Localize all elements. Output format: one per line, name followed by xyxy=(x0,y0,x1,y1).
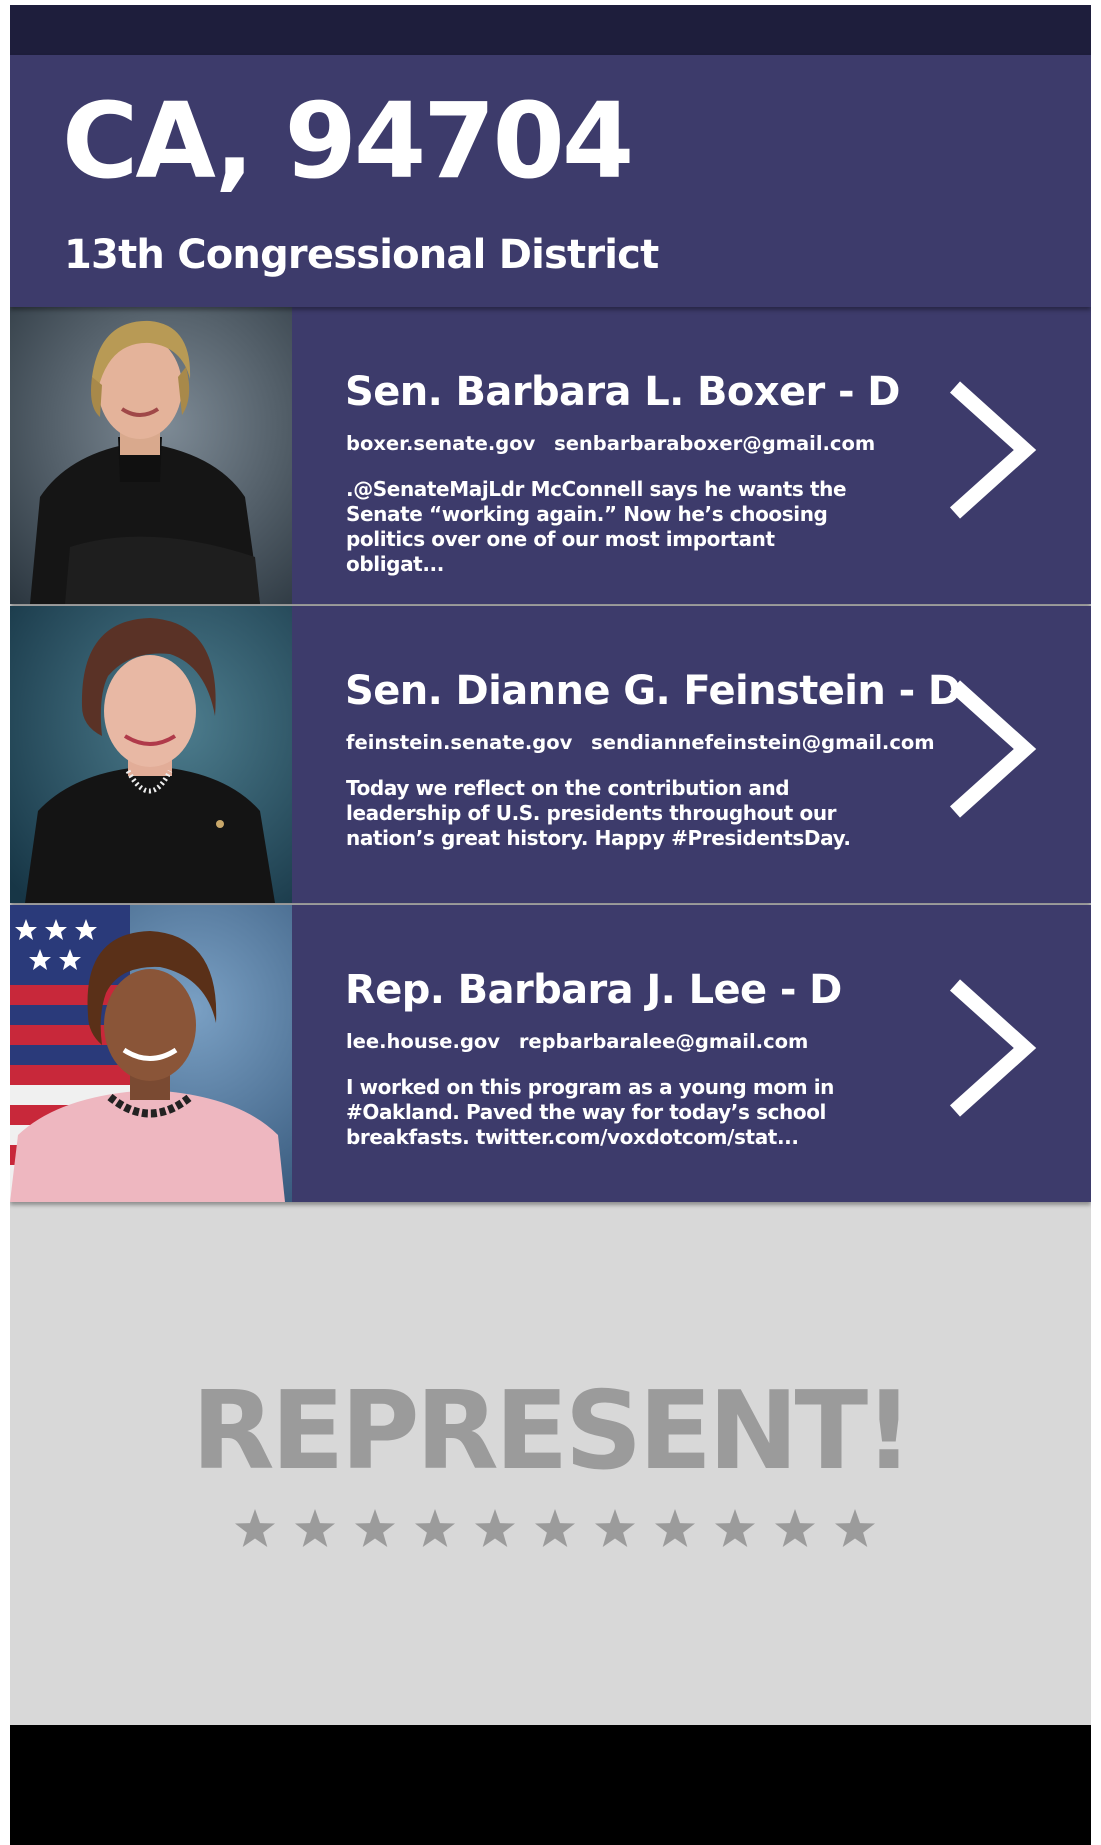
star-icon xyxy=(775,1509,815,1547)
contact-links: feinstein.senate.gov sendiannefeinstein@… xyxy=(346,731,935,754)
representative-name: Sen. Barbara L. Boxer - D xyxy=(345,369,901,415)
email-link[interactable]: repbarbaralee@gmail.com xyxy=(519,1030,809,1053)
app-screen: CA, 94704 13th Congressional District Se… xyxy=(10,5,1091,1845)
contact-links: lee.house.gov repbarbaralee@gmail.com xyxy=(346,1030,808,1053)
latest-tweet: I worked on this program as a young mom … xyxy=(346,1075,834,1149)
website-link[interactable]: feinstein.senate.gov xyxy=(346,731,572,754)
representative-photo xyxy=(10,905,292,1202)
chevron-right-icon[interactable] xyxy=(945,674,1045,824)
star-icon xyxy=(595,1509,635,1547)
latest-tweet: Today we reflect on the contribution and… xyxy=(346,776,851,850)
district-subtitle: 13th Congressional District xyxy=(64,232,659,278)
location-title: CA, 94704 xyxy=(62,80,634,202)
app-logo-text: REPRESENT! xyxy=(191,1369,914,1494)
chevron-right-icon[interactable] xyxy=(945,375,1045,525)
star-icon xyxy=(715,1509,755,1547)
status-bar xyxy=(10,5,1091,55)
website-link[interactable]: boxer.senate.gov xyxy=(346,432,535,455)
navigation-bar xyxy=(10,1725,1091,1845)
representative-name: Sen. Dianne G. Feinstein - D xyxy=(345,668,961,714)
star-icon xyxy=(355,1509,395,1547)
star-icon xyxy=(655,1509,695,1547)
representative-name: Rep. Barbara J. Lee - D xyxy=(345,967,842,1013)
representative-card-lee[interactable]: Rep. Barbara J. Lee - D lee.house.gov re… xyxy=(10,905,1091,1202)
portrait-lee xyxy=(10,905,292,1202)
representative-photo xyxy=(10,606,292,903)
star-icon xyxy=(835,1509,875,1547)
portrait-feinstein xyxy=(10,606,292,903)
chevron-right-icon[interactable] xyxy=(945,973,1045,1123)
representative-card-feinstein[interactable]: Sen. Dianne G. Feinstein - D feinstein.s… xyxy=(10,606,1091,903)
star-icon xyxy=(295,1509,335,1547)
representative-photo xyxy=(10,307,292,604)
representative-card-boxer[interactable]: Sen. Barbara L. Boxer - D boxer.senate.g… xyxy=(10,307,1091,604)
star-icon xyxy=(475,1509,515,1547)
location-header: CA, 94704 13th Congressional District xyxy=(10,55,1091,307)
website-link[interactable]: lee.house.gov xyxy=(346,1030,500,1053)
star-icon xyxy=(415,1509,455,1547)
brand-footer: REPRESENT! xyxy=(10,1202,1091,1725)
email-link[interactable]: sendiannefeinstein@gmail.com xyxy=(591,731,935,754)
portrait-boxer xyxy=(10,307,292,604)
latest-tweet: .@SenateMajLdr McConnell says he wants t… xyxy=(346,477,847,576)
contact-links: boxer.senate.gov senbarbaraboxer@gmail.c… xyxy=(346,432,875,455)
star-icon xyxy=(535,1509,575,1547)
star-row xyxy=(225,1504,885,1554)
star-row-graphic xyxy=(235,1509,875,1547)
email-link[interactable]: senbarbaraboxer@gmail.com xyxy=(554,432,875,455)
star-icon xyxy=(235,1509,275,1547)
